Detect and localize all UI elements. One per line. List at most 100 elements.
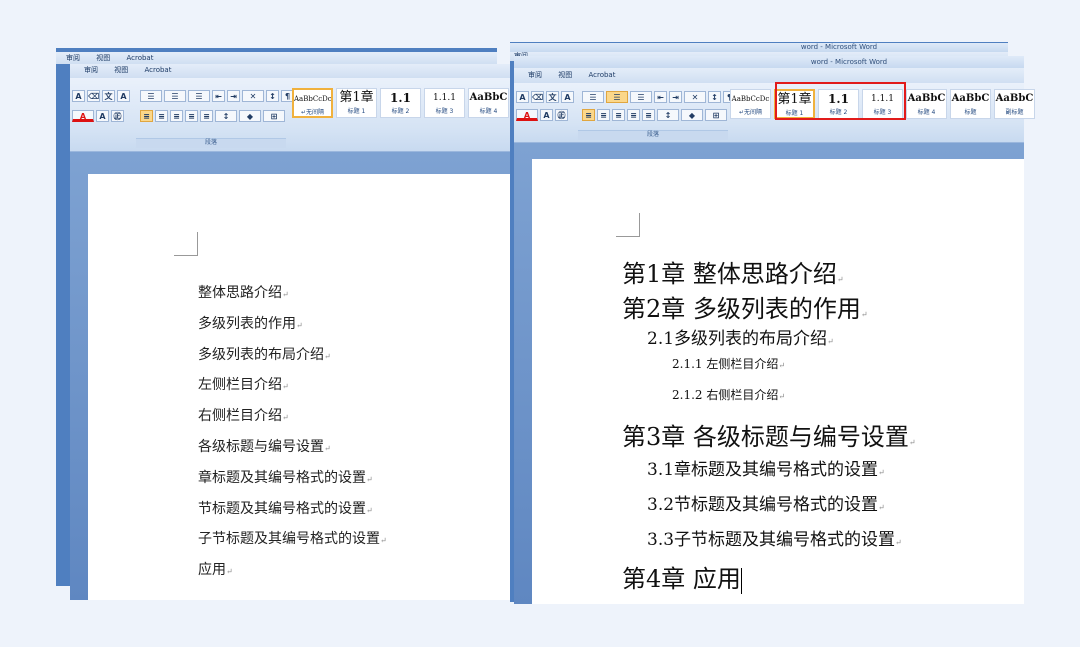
phonetic-icon[interactable]: 文 [546,91,559,103]
chinese-layout-icon[interactable]: ✕ [242,90,264,102]
borders-icon[interactable]: ⊞ [263,110,285,122]
style-heading-4[interactable]: AaBbC 标题 4 [906,89,947,119]
style-no-spacing[interactable]: AaBbCcDc ↵无间隔 [730,89,771,119]
borders-icon[interactable]: ⊞ [705,109,727,121]
char-border-icon[interactable]: A [561,91,574,103]
distribute-icon[interactable]: ≡ [200,110,213,122]
align-center-icon[interactable]: ≡ [155,110,168,122]
heading-level-2[interactable]: 3.3子节标题及其编号格式的设置↵ [647,525,902,550]
increase-indent-icon[interactable]: ⇥ [669,91,682,103]
pilcrow-mark: ↵ [895,538,902,547]
pilcrow-mark: ↵ [778,392,786,401]
heading-level-2[interactable]: 3.1章标题及其编号格式的设置↵ [647,455,885,480]
multilevel-list-icon[interactable]: ☰ [188,90,210,102]
style-preview: AaBbCcDc [294,95,331,103]
style-preview: 第1章 [339,90,374,105]
paragraph-text: 子节标题及其编号格式的设置 [198,531,380,548]
left-paragraph[interactable]: 应用↵ [198,559,233,579]
shading-icon[interactable]: ◆ [681,109,703,121]
heading-level-1[interactable]: 第1章 整体思路介绍↵ [622,254,844,289]
heading-level-2[interactable]: 2.1多级列表的布局介绍↵ [647,324,834,349]
char-shading-icon[interactable]: A [96,110,109,122]
menu-review[interactable]: 审阅 [528,68,542,83]
char-border-icon[interactable]: A [117,90,130,102]
numbering-icon[interactable]: ☰ [606,91,628,103]
left-document-area: 整体思路介绍↵ 多级列表的作用↵ 多级列表的布局介绍↵ 左侧栏目介绍↵ 右侧栏目介绍↵ 各… [70,152,514,600]
heading-level-3[interactable]: 2.1.2 右侧栏目介绍↵ [672,386,785,403]
style-heading-3[interactable]: 1.1.1 标题 3 [424,88,465,118]
sort-icon[interactable]: ↕ [266,90,279,102]
clear-format-icon[interactable]: ⌫ [531,91,544,103]
style-title[interactable]: AaBbC 标题 [950,89,991,119]
align-center-icon[interactable]: ≡ [597,109,610,121]
heading-level-1[interactable]: 第4章 应用 [622,559,742,594]
right-font-tools-row2: A A ㊣ [516,109,568,121]
line-spacing-icon[interactable]: ↕ [215,110,237,122]
numbering-icon[interactable]: ☰ [164,90,186,102]
left-paragraph[interactable]: 左侧栏目介绍↵ [198,374,289,394]
left-paragraph[interactable]: 多级列表的布局介绍↵ [198,344,331,364]
enclose-char-icon[interactable]: ㊣ [555,109,568,121]
heading-level-3[interactable]: 2.1.1 左侧栏目介绍↵ [672,355,785,372]
heading-level-2[interactable]: 3.2节标题及其编号格式的设置↵ [647,490,885,515]
style-heading-2[interactable]: 1.1 标题 2 [380,88,421,118]
font-color-icon[interactable]: A [72,110,94,122]
bullets-icon[interactable]: ☰ [582,91,604,103]
font-color-icon[interactable]: A [516,109,538,121]
justify-icon[interactable]: ≡ [185,110,198,122]
left-page[interactable]: 整体思路介绍↵ 多级列表的作用↵ 多级列表的布局介绍↵ 左侧栏目介绍↵ 右侧栏目介绍↵ 各… [88,174,514,600]
chinese-layout-icon[interactable]: ✕ [684,91,706,103]
menu-acrobat[interactable]: Acrobat [144,64,171,76]
align-left-icon[interactable]: ≡ [582,109,595,121]
left-font-tools-row1: A ⌫ 文 A [72,90,130,102]
menu-review[interactable]: 审阅 [84,64,98,76]
right-menubar: 审阅 视图 Acrobat [514,68,1024,83]
sort-icon[interactable]: ↕ [708,91,721,103]
increase-indent-icon[interactable]: ⇥ [227,90,240,102]
style-preview: AaBbC [951,93,990,104]
multilevel-list-icon[interactable]: ☰ [630,91,652,103]
menu-view[interactable]: 视图 [114,64,128,76]
left-paragraph[interactable]: 章标题及其编号格式的设置↵ [198,467,373,487]
heading-text: 3.1章标题及其编号格式的设置 [647,460,879,480]
menu-view-back[interactable]: 视图 [96,52,110,64]
right-page[interactable]: 第1章 整体思路介绍↵ 第2章 多级列表的作用↵ 2.1多级列表的布局介绍↵ 2.1.… [532,159,1024,604]
left-paragraph[interactable]: 子节标题及其编号格式的设置↵ [198,528,387,548]
left-paragraph[interactable]: 节标题及其编号格式的设置↵ [198,498,373,518]
bullets-icon[interactable]: ☰ [140,90,162,102]
align-right-icon[interactable]: ≡ [612,109,625,121]
shading-icon[interactable]: ◆ [239,110,261,122]
style-heading-1[interactable]: 第1章 标题 1 [336,88,377,118]
menu-view[interactable]: 视图 [558,68,572,83]
heading-level-1[interactable]: 第3章 各级标题与编号设置↵ [622,417,916,452]
decrease-indent-icon[interactable]: ⇤ [654,91,667,103]
align-right-icon[interactable]: ≡ [170,110,183,122]
pilcrow-mark: ↵ [282,382,289,392]
left-window: 审阅 视图 Acrobat A ⌫ 文 A A A ㊣ ☰ ☰ ☰ ⇤ ⇥ ✕ … [70,64,514,600]
left-paragraph[interactable]: 整体思路介绍↵ [198,282,289,302]
grow-font-icon[interactable]: A [516,91,529,103]
menu-acrobat[interactable]: Acrobat [588,68,615,83]
style-heading-4[interactable]: AaBbC 标题 4 [468,88,509,118]
left-paragraph[interactable]: 多级列表的作用↵ [198,313,303,333]
char-shading-icon[interactable]: A [540,109,553,121]
style-label: 标题 4 [479,108,498,115]
grow-font-icon[interactable]: A [72,90,85,102]
left-paragraph[interactable]: 右侧栏目介绍↵ [198,405,289,425]
line-spacing-icon[interactable]: ↕ [657,109,679,121]
page-corner-mark [616,213,640,237]
decrease-indent-icon[interactable]: ⇤ [212,90,225,102]
heading-level-1[interactable]: 第2章 多级列表的作用↵ [622,289,868,324]
enclose-char-icon[interactable]: ㊣ [111,110,124,122]
align-left-icon[interactable]: ≡ [140,110,153,122]
style-subtitle[interactable]: AaBbC 副标题 [994,89,1035,119]
menu-review-back[interactable]: 审阅 [66,52,80,64]
style-no-spacing[interactable]: AaBbCcDc ↵无间隔 [292,88,333,118]
justify-icon[interactable]: ≡ [627,109,640,121]
phonetic-icon[interactable]: 文 [102,90,115,102]
menu-acrobat-back[interactable]: Acrobat [126,52,153,64]
left-paragraph[interactable]: 各级标题与编号设置↵ [198,436,331,456]
distribute-icon[interactable]: ≡ [642,109,655,121]
paragraph-text: 多级列表的布局介绍 [198,346,324,363]
clear-format-icon[interactable]: ⌫ [87,90,100,102]
